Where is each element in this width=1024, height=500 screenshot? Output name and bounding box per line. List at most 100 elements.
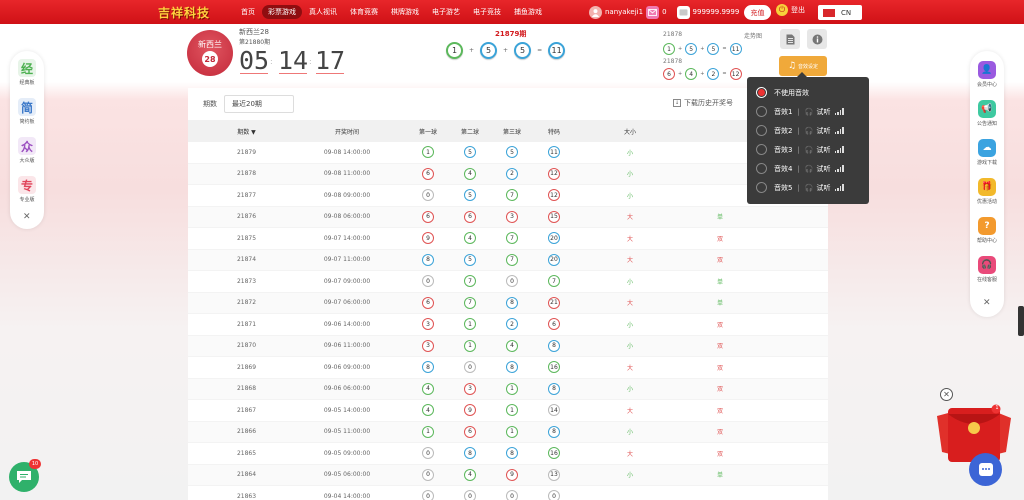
nav-item[interactable]: 捕鱼游戏	[508, 5, 548, 19]
username[interactable]: nanyakeji1	[605, 8, 643, 16]
special-cell: 14	[533, 404, 575, 417]
ball-cell: 9	[449, 404, 491, 417]
issue-number: 21863	[236, 492, 257, 500]
sound-option[interactable]: 音效3 | 🎧 试听	[756, 140, 869, 159]
nav-item[interactable]: 彩票游戏	[262, 5, 302, 19]
layout-option[interactable]: 众大众版	[13, 137, 41, 164]
headphones-icon: 🎧	[804, 107, 814, 116]
radio-button[interactable]	[756, 144, 767, 155]
listen-button[interactable]: 试听	[817, 183, 831, 193]
radio-button[interactable]	[756, 182, 767, 193]
language-selector[interactable]: CN	[818, 5, 862, 20]
info-button[interactable]	[807, 29, 827, 49]
radio-button[interactable]	[756, 87, 767, 98]
nav-item[interactable]: 电子竞技	[467, 5, 507, 19]
sidebar-item[interactable]: ? 帮助中心	[972, 217, 1002, 244]
close-icon[interactable]: ✕	[23, 212, 31, 222]
odd-even-value: 双	[716, 450, 723, 458]
sidebar-item[interactable]: 🎁 优惠活动	[972, 178, 1002, 205]
red-packet[interactable]	[934, 404, 1014, 464]
result-ball: 7	[506, 253, 518, 266]
layout-option[interactable]: 简简约板	[13, 98, 41, 125]
col-ball-3: 第三球	[502, 128, 521, 136]
history-result: 1 + 5 + 5 = 11	[663, 43, 742, 55]
listen-button[interactable]: 试听	[817, 145, 831, 155]
ball-cell: 0	[491, 490, 533, 500]
odd-even-value: 单	[716, 472, 723, 480]
nav-item[interactable]: 电子游艺	[426, 5, 466, 19]
sound-option[interactable]: 音效2 | 🎧 试听	[756, 121, 869, 140]
site-logo[interactable]: 吉祥科技	[158, 3, 238, 21]
ball-cell: 8	[491, 361, 533, 374]
table-row: 21865 09-05 09:00:00 0 8 8 16 大 双	[188, 443, 828, 465]
result-ball: 1	[422, 146, 434, 159]
sound-option[interactable]: 音效1 | 🎧 试听	[756, 102, 869, 121]
listen-button[interactable]: 试听	[817, 164, 831, 174]
ball-cell: 0	[449, 361, 491, 374]
radio-button[interactable]	[756, 106, 767, 117]
close-icon[interactable]: ✕	[983, 298, 991, 308]
user-box: nanyakeji1 0 999999.9999	[589, 3, 739, 21]
message-button[interactable]	[969, 453, 1002, 486]
nav-item[interactable]: 棋牌游戏	[385, 5, 425, 19]
listen-button[interactable]: 试听	[817, 126, 831, 136]
ball-cell: 6	[449, 210, 491, 223]
avatar-icon[interactable]	[589, 5, 602, 19]
ball-cell: 0	[407, 468, 449, 481]
nav-item[interactable]: 首页	[235, 5, 261, 19]
sidebar-item[interactable]: 🎧 在线客服	[972, 256, 1002, 283]
sound-option[interactable]: 音效5 | 🎧 试听	[756, 178, 869, 197]
radio-button[interactable]	[756, 163, 767, 174]
mail-icon[interactable]	[646, 5, 660, 19]
odd-even-value: 单	[716, 278, 723, 286]
sound-option-label: 音效5	[774, 183, 793, 192]
layout-option[interactable]: 专专业版	[13, 176, 41, 203]
trend-chart-link[interactable]: 走势图	[744, 31, 762, 40]
table-row: 21869 09-06 09:00:00 8 0 8 16 大 双	[188, 357, 828, 379]
table-row: 21878 09-08 11:00:00 6 4 2 12 小	[188, 163, 828, 185]
size-value: 小	[626, 278, 633, 286]
sidebar-item[interactable]: ☁ 游戏下载	[972, 139, 1002, 166]
size-value: 大	[626, 450, 633, 458]
scroll-indicator[interactable]	[1018, 306, 1024, 336]
result-ball: 7	[464, 296, 476, 309]
result-ball: 0	[422, 447, 434, 460]
special-cell: 15	[533, 210, 575, 223]
nav-item[interactable]: 真人视讯	[303, 5, 343, 19]
result-ball: 3	[506, 210, 518, 223]
result-ball: 0	[506, 275, 518, 288]
red-packet-close-icon[interactable]: ✕	[940, 388, 953, 401]
col-time: 开奖时间	[334, 128, 359, 136]
ball-cell: 0	[491, 275, 533, 288]
recharge-button[interactable]: 充值	[744, 5, 771, 20]
draw-time: 09-07 11:00:00	[323, 256, 371, 264]
logout-button[interactable]: ⏻ 登出	[776, 4, 805, 16]
filter-label: 期数	[203, 100, 217, 108]
ball-cell: 8	[449, 447, 491, 460]
listen-button[interactable]: 试听	[817, 107, 831, 117]
issue-count-select[interactable]: 最近20期	[224, 95, 294, 113]
special-ball: 15	[548, 210, 560, 223]
sidebar-item[interactable]: 👤 会员中心	[972, 61, 1002, 88]
col-issue[interactable]: 期数 ▼	[218, 127, 275, 136]
table-row: 21866 09-05 11:00:00 1 6 1 8 小 双	[188, 421, 828, 443]
special-ball: 8	[548, 425, 560, 438]
layout-option[interactable]: 经经典板	[13, 59, 41, 86]
download-history-button[interactable]: ↓ 下载历史开奖号	[673, 98, 733, 108]
issue-number: 21878	[236, 170, 257, 178]
special-ball: 8	[548, 339, 560, 352]
nav-item[interactable]: 体育竞赛	[344, 5, 384, 19]
layout-icon: 经	[18, 59, 36, 77]
result-ball: 0	[464, 490, 476, 500]
result-ball: 4	[464, 232, 476, 245]
radio-button[interactable]	[756, 125, 767, 136]
sound-option[interactable]: 不使用音效	[756, 83, 869, 102]
ball-cell: 1	[491, 425, 533, 438]
sound-option[interactable]: 音效4 | 🎧 试听	[756, 159, 869, 178]
red-packet-icon	[937, 404, 1011, 462]
countdown-separator: :	[270, 57, 273, 66]
special-cell: 7	[533, 275, 575, 288]
size-value: 小	[626, 386, 633, 394]
rules-button[interactable]	[780, 29, 800, 49]
sidebar-item[interactable]: 📢 公告通知	[972, 100, 1002, 127]
